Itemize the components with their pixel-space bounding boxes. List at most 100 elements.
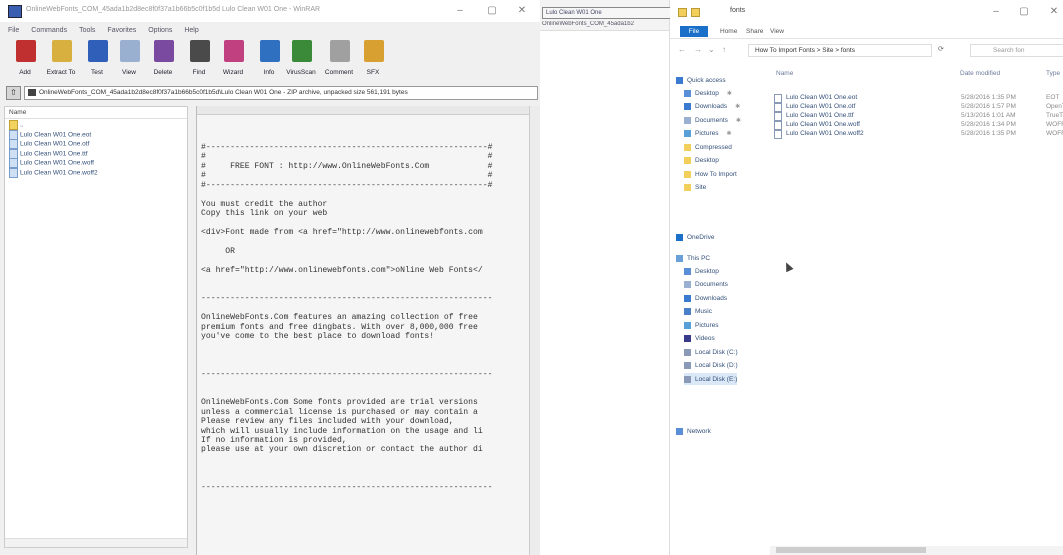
pin-icon: ✱ [726, 90, 732, 97]
parent-folder-row[interactable]: .. [9, 120, 24, 130]
nav-item-documents[interactable]: Documents ✱ [684, 114, 741, 126]
explorer-ribbon-tabs: File Home Share View [670, 24, 1063, 39]
nav-item-desktop[interactable]: Desktop ✱ [684, 87, 732, 99]
archive-file-row[interactable]: Lulo Clean W01 One.ttf [9, 148, 88, 159]
ribbon-tab-file[interactable]: File [680, 26, 708, 37]
pin-icon: ✱ [735, 117, 741, 124]
nav-item-music[interactable]: Music [684, 306, 712, 318]
forward-arrow-icon[interactable]: → [694, 45, 702, 54]
column-header-type[interactable]: Type [1046, 70, 1060, 77]
nav-item-local-disk-e[interactable]: Local Disk (E:) [684, 373, 738, 385]
archive-file-row[interactable]: Lulo Clean W01 One.otf [9, 139, 89, 149]
ribbon-tab-view[interactable]: View [770, 28, 784, 35]
menu-item-help[interactable]: Help [184, 27, 198, 34]
nav-item-label: Downloads [695, 103, 728, 110]
menu-item-options[interactable]: Options [148, 27, 172, 34]
nav-item-desktop[interactable]: Desktop [684, 265, 719, 277]
archive-file-row[interactable]: Lulo Clean W01 One.woff2 [9, 167, 98, 178]
nav-icon [684, 116, 691, 124]
horizontal-scrollbar[interactable] [770, 546, 1063, 555]
toolbar-button-find[interactable]: Find [182, 38, 216, 84]
nav-item-pictures[interactable]: Pictures [684, 319, 718, 331]
ribbon-tab-home[interactable]: Home [720, 28, 737, 35]
refresh-icon[interactable]: ⟳ [938, 45, 944, 53]
nav-icon [684, 335, 691, 342]
nav-item-label: Downloads [695, 294, 728, 302]
archive-path-field[interactable]: OnlineWebFonts_COM_45ada1b2d8ec8f0f37a1b… [24, 86, 538, 100]
quick-access-toolbar[interactable] [678, 8, 720, 17]
menu-item-file[interactable]: File [8, 27, 19, 34]
minimize-icon[interactable]: – [988, 6, 1004, 17]
toolbar-button-extract-to[interactable]: Extract To [44, 38, 78, 84]
file-name: Lulo Clean W01 One.woff [20, 159, 94, 167]
name-column-header[interactable]: Name [9, 109, 26, 116]
nav-item-compressed[interactable]: Compressed [684, 141, 732, 153]
maximize-icon[interactable]: ▢ [1016, 6, 1032, 17]
menu-item-favorites[interactable]: Favorites [107, 27, 136, 34]
nav-item-desktop[interactable]: Desktop [684, 155, 719, 167]
up-folder-button[interactable]: ⇧ [6, 86, 21, 100]
nav-item-downloads[interactable]: Downloads [684, 292, 727, 304]
toolbar-button-comment[interactable]: Comment [322, 38, 356, 84]
toolbar-button-info[interactable]: Info [252, 38, 286, 84]
close-icon[interactable]: ✕ [514, 5, 530, 16]
menu-item-commands[interactable]: Commands [31, 27, 67, 34]
search-box[interactable]: Search fon [970, 44, 1063, 57]
nav-item-label: This PC [687, 254, 711, 262]
nav-item-how-to-import[interactable]: How To Import [684, 168, 737, 180]
file-date-modified: 5/28/2016 1:57 PM [961, 103, 1016, 110]
nav-item-local-disk-c[interactable]: Local Disk (C:) [684, 346, 738, 358]
window-tab[interactable]: Lulo Clean W01 One [542, 7, 671, 19]
file-icon [9, 167, 18, 178]
nav-item-pictures[interactable]: Pictures ✱ [684, 128, 732, 140]
nav-item-downloads[interactable]: Downloads ✱ [684, 101, 740, 113]
nav-icon [676, 76, 683, 84]
file-row[interactable]: Lulo Clean W01 One.woff2 5/28/2016 1:35 P… [774, 129, 1063, 139]
file-date-modified: 5/28/2016 1:35 PM [961, 130, 1016, 137]
nav-icon [684, 375, 691, 383]
ribbon-tab-share[interactable]: Share [746, 28, 763, 35]
nav-item-local-disk-d[interactable]: Local Disk (D:) [684, 360, 738, 372]
address-path: How To Import Fonts > Site > fonts [755, 47, 855, 54]
archive-file-row[interactable]: Lulo Clean W01 One.woff [9, 158, 94, 168]
nav-item-label: How To Import [695, 170, 737, 178]
file-type: EOT [1046, 94, 1060, 101]
nav-item-label: Local Disk (C:) [695, 348, 738, 356]
explorer-window-title: fonts [730, 7, 746, 14]
toolbar-button-test[interactable]: Test [80, 38, 114, 84]
archive-file-row[interactable]: Lulo Clean W01 One.eot [9, 129, 91, 140]
minimize-icon[interactable]: – [452, 5, 468, 16]
scrollbar-thumb[interactable] [776, 547, 926, 553]
up-arrow-icon[interactable]: ↑ [722, 45, 726, 54]
nav-item-network[interactable]: Network [676, 425, 711, 437]
file-icon [9, 139, 18, 149]
nav-item-documents[interactable]: Documents [684, 279, 728, 291]
toolbar-button-virusscan[interactable]: VirusScan [284, 38, 318, 84]
nav-item-this-pc[interactable]: This PC [676, 252, 710, 264]
column-header-name[interactable]: Name [776, 70, 793, 77]
winrar-window-title: OnlineWebFonts_COM_45ada1b2d8ec8f0f37a1b… [26, 6, 321, 13]
vertical-scrollbar[interactable] [529, 106, 540, 555]
recent-chevron-icon[interactable]: ⌄ [708, 45, 715, 54]
column-header-date[interactable]: Date modified [960, 70, 1000, 77]
nav-icon [676, 254, 683, 262]
nav-item-onedrive[interactable]: OneDrive [676, 231, 714, 243]
nav-icon [684, 170, 691, 178]
nav-item-label: Desktop [695, 157, 719, 164]
nav-item-site[interactable]: Site [684, 182, 706, 194]
back-arrow-icon[interactable]: ← [678, 45, 686, 54]
nav-item-quick-access[interactable]: Quick access [676, 74, 726, 86]
toolbar-button-delete[interactable]: Delete [146, 38, 180, 84]
menu-item-tools[interactable]: Tools [79, 27, 95, 34]
sfx-icon [364, 40, 384, 62]
file-icon [9, 129, 18, 140]
toolbar-button-sfx[interactable]: SFX [356, 38, 390, 84]
toolbar-button-add[interactable]: Add [8, 38, 42, 84]
nav-item-videos[interactable]: Videos [684, 333, 715, 345]
maximize-icon[interactable]: ▢ [484, 5, 500, 16]
toolbar-button-view[interactable]: View [112, 38, 146, 84]
address-bar[interactable]: How To Import Fonts > Site > fonts [748, 44, 932, 57]
close-icon[interactable]: ✕ [1046, 6, 1062, 17]
toolbar-button-wizard[interactable]: Wizard [216, 38, 250, 84]
horizontal-scrollbar[interactable] [5, 538, 187, 547]
